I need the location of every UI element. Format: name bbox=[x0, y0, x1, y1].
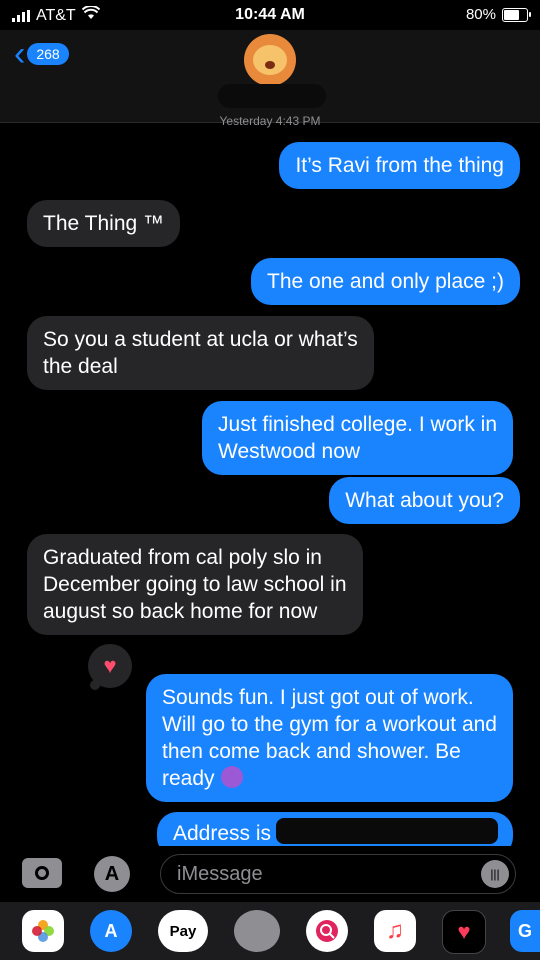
address-redaction bbox=[276, 818, 498, 844]
photos-app-icon[interactable] bbox=[22, 910, 64, 952]
app-store-button[interactable]: A bbox=[94, 856, 130, 892]
message-text: Will go to the gym for a workout and bbox=[162, 713, 497, 736]
app-drawer-overflow-icon[interactable]: G bbox=[510, 910, 540, 952]
composer-bar: A iMessage ||| bbox=[0, 846, 540, 902]
apple-pay-label: Pay bbox=[169, 922, 197, 940]
message-text: So you a student at ucla or what’s bbox=[43, 328, 358, 351]
unread-count-badge: 268 bbox=[27, 43, 69, 65]
reaction-bubble[interactable]: ♥ bbox=[88, 644, 132, 690]
message-bubble-outgoing[interactable]: What about you? bbox=[329, 477, 520, 524]
thread-timestamp: Yesterday 4:43 PM bbox=[219, 114, 321, 128]
camera-icon[interactable] bbox=[22, 858, 62, 888]
message-text: December going to law school in bbox=[43, 573, 347, 596]
message-text: What about you? bbox=[345, 489, 504, 512]
message-bubble-outgoing[interactable]: Just finished college. I work in Westwoo… bbox=[202, 401, 513, 475]
app-store-icon: A bbox=[104, 862, 120, 885]
contact-name-redaction bbox=[218, 84, 326, 108]
message-bubble-outgoing[interactable]: Sounds fun. I just got out of work. Will… bbox=[146, 674, 513, 802]
message-text: august so back home for now bbox=[43, 600, 318, 623]
battery-group: 80% bbox=[465, 6, 531, 23]
message-text: the deal bbox=[43, 355, 118, 378]
message-input-placeholder: iMessage bbox=[177, 863, 263, 885]
message-text: then come back and shower. Be bbox=[162, 740, 461, 763]
message-text: The Thing ™ bbox=[43, 212, 165, 235]
lion-memoji-icon bbox=[253, 45, 287, 75]
message-text: It’s Ravi from the thing bbox=[295, 154, 504, 177]
app-store-icon[interactable]: A bbox=[90, 910, 132, 952]
status-bar: AT&T 10:44 AM 80% bbox=[0, 0, 540, 30]
message-text: ready bbox=[162, 767, 215, 790]
voice-memo-icon[interactable]: ||| bbox=[481, 860, 509, 888]
message-text: Westwood now bbox=[218, 440, 361, 463]
smiling-devil-icon bbox=[220, 766, 243, 788]
battery-icon bbox=[502, 7, 531, 22]
message-bubble-incoming[interactable]: So you a student at ucla or what’s the d… bbox=[27, 316, 374, 390]
music-icon[interactable]: ♫ bbox=[374, 910, 416, 952]
clock: 10:44 AM bbox=[235, 6, 305, 23]
message-text: Just finished college. I work in bbox=[218, 413, 497, 436]
image-search-icon[interactable] bbox=[306, 910, 348, 952]
conversation-header: ‹ 268 bbox=[0, 30, 540, 123]
back-button[interactable]: ‹ 268 bbox=[14, 35, 69, 73]
memoji-stickers-icon[interactable] bbox=[234, 910, 280, 952]
message-text: The one and only place ;) bbox=[267, 270, 504, 293]
app-drawer: A Pay ♫ ♥ G bbox=[0, 902, 540, 960]
message-bubble-outgoing[interactable]: The one and only place ;) bbox=[251, 258, 520, 305]
message-text: Sounds fun. I just got out of work. bbox=[162, 686, 474, 709]
digital-touch-icon[interactable]: ♥ bbox=[442, 910, 486, 954]
message-bubble-incoming[interactable]: The Thing ™ bbox=[27, 200, 181, 247]
overflow-label: G bbox=[517, 920, 532, 941]
contact-avatar[interactable] bbox=[244, 34, 296, 86]
message-bubble-incoming[interactable]: Graduated from cal poly slo in December … bbox=[27, 534, 363, 635]
message-bubble-outgoing[interactable]: It’s Ravi from the thing bbox=[279, 142, 520, 189]
battery-percent: 80% bbox=[465, 6, 496, 23]
heart-icon: ♥ bbox=[103, 653, 117, 678]
message-input[interactable]: iMessage ||| bbox=[160, 854, 516, 894]
apple-pay-button[interactable]: Pay bbox=[158, 910, 208, 952]
message-text-line: ready bbox=[162, 765, 497, 792]
chevron-left-icon: ‹ bbox=[14, 35, 26, 73]
message-text: Graduated from cal poly slo in bbox=[43, 546, 322, 569]
